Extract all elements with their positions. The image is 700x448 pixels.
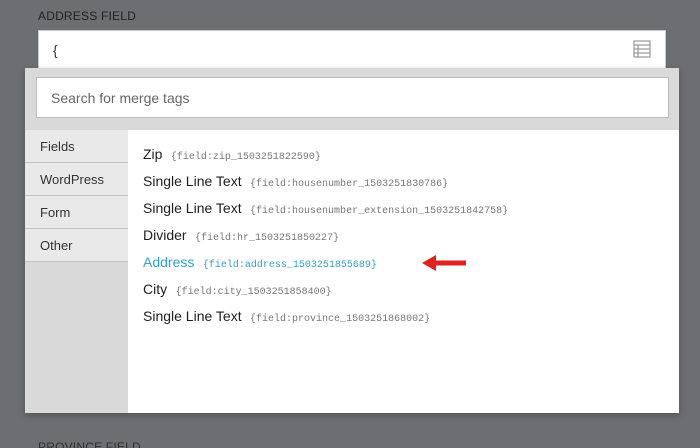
address-field-input[interactable]: { (38, 30, 666, 72)
merge-tag-label: City (143, 281, 168, 297)
merge-tags-sidebar: Fields WordPress Form Other (25, 130, 128, 413)
address-field-label: ADDRESS FIELD (38, 9, 136, 23)
merge-tag-label: Divider (143, 227, 187, 243)
merge-tag-label: Single Line Text (143, 173, 242, 189)
merge-tag-item[interactable]: Divider {field:hr_1503251850227} (128, 227, 679, 254)
page: ADDRESS FIELD { PROVINCE FIELD Fields Wo… (0, 0, 700, 448)
address-field-value: { (53, 42, 58, 58)
merge-tag-label: Zip (143, 146, 163, 162)
sidebar-item-wordpress[interactable]: WordPress (25, 163, 128, 196)
merge-tag-code: {field:housenumber_1503251830786} (250, 179, 449, 190)
merge-tags-search-input[interactable] (36, 77, 669, 118)
merge-tag-item[interactable]: Single Line Text {field:housenumber_1503… (128, 173, 679, 200)
merge-tag-code: {field:zip_1503251822590} (170, 152, 321, 163)
red-arrow-icon (422, 255, 466, 271)
merge-tag-code: {field:address_1503251855689} (202, 260, 377, 271)
merge-tag-item[interactable]: City {field:city_1503251858400} (128, 281, 679, 308)
merge-tag-item[interactable]: Single Line Text {field:province_1503251… (128, 308, 679, 335)
province-field-label: PROVINCE FIELD (38, 440, 141, 448)
merge-tag-item[interactable]: Single Line Text {field:housenumber_exte… (128, 200, 679, 227)
sidebar-item-other[interactable]: Other (25, 229, 128, 262)
merge-tag-code: {field:province_1503251868002} (250, 314, 431, 325)
merge-tag-code: {field:city_1503251858400} (175, 287, 332, 298)
sidebar-item-form[interactable]: Form (25, 196, 128, 229)
merge-tags-list: Zip {field:zip_1503251822590} Single Lin… (128, 130, 679, 413)
merge-tags-popup: Fields WordPress Form Other Zip {field:z… (25, 68, 679, 413)
list-icon[interactable] (633, 40, 651, 58)
merge-tags-search-bar (25, 68, 679, 128)
merge-tag-code: {field:housenumber_extension_15032518427… (250, 206, 509, 217)
merge-tag-item[interactable]: Zip {field:zip_1503251822590} (128, 146, 679, 173)
merge-tag-label: Single Line Text (143, 308, 242, 324)
merge-tag-label: Address (143, 254, 195, 270)
merge-tag-item-address[interactable]: Address {field:address_1503251855689} (128, 254, 679, 281)
merge-tag-label: Single Line Text (143, 200, 242, 216)
sidebar-item-fields[interactable]: Fields (25, 130, 128, 163)
merge-tag-code: {field:hr_1503251850227} (195, 233, 340, 244)
